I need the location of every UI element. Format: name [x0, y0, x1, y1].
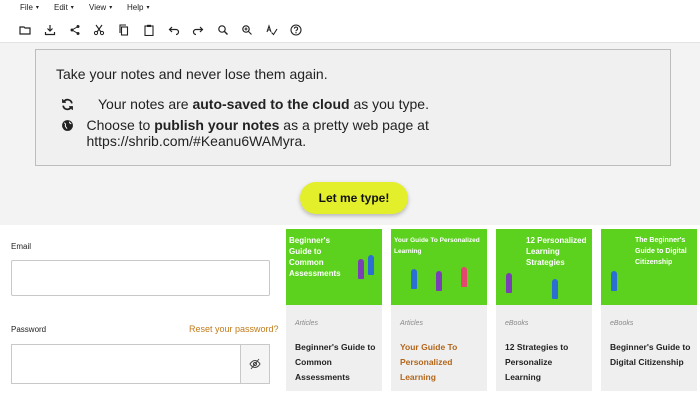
chevron-down-icon: ▾ [35, 5, 39, 11]
globe-icon [56, 117, 86, 149]
thumb-title: Your Guide To Personalized Learning [394, 237, 480, 255]
card-title: Beginner's Guide to Digital Citizenship [610, 342, 691, 367]
figure-graphic [358, 259, 364, 279]
article-card-4[interactable]: The Beginner's Guide to Digital Citizens… [601, 229, 697, 391]
autosave-text-bold: auto-saved to the cloud [192, 96, 350, 112]
copy-icon[interactable] [116, 22, 132, 38]
figure-graphic [461, 267, 467, 287]
editor-region: File ▾ Edit ▾ View ▾ Help ▾ Take your notes … [0, 0, 700, 225]
figure-graphic [552, 279, 558, 299]
figure-graphic [506, 273, 512, 293]
undo-icon[interactable] [166, 22, 182, 38]
password-field[interactable] [11, 344, 240, 384]
menu-file-label: File [20, 3, 33, 12]
article-card-1[interactable]: Beginner's Guide to Common Assessments A… [286, 229, 382, 391]
figure-graphic [411, 269, 417, 289]
article-card-2[interactable]: Your Guide To Personalized Learning Arti… [391, 229, 487, 391]
chevron-down-icon: ▾ [109, 5, 113, 11]
publish-row: Choose to publish your notes as a pretty… [56, 117, 476, 149]
autosave-row: Your notes are auto-saved to the cloud a… [56, 96, 429, 112]
download-icon[interactable] [42, 22, 58, 38]
reset-password-link[interactable]: Reset your password? [189, 324, 279, 334]
redo-icon[interactable] [190, 22, 206, 38]
article-card-3[interactable]: 12 Personalized Learning Strategies eBoo… [496, 229, 592, 391]
card-thumbnail: Beginner's Guide to Common Assessments [286, 229, 382, 305]
menu-edit[interactable]: Edit ▾ [54, 3, 74, 12]
menu-view-label: View [89, 3, 107, 12]
card-kind: Articles [295, 320, 318, 327]
show-password-toggle[interactable] [240, 344, 270, 384]
card-kind: eBooks [505, 320, 529, 327]
share-icon[interactable] [67, 22, 83, 38]
search-icon[interactable] [215, 22, 231, 38]
chevron-down-icon: ▾ [70, 5, 74, 11]
card-thumbnail: The Beginner's Guide to Digital Citizens… [601, 229, 697, 305]
card-title: Your Guide To Personalized Learning [400, 342, 458, 382]
info-lead: Take your notes and never lose them agai… [56, 66, 328, 82]
menubar: File ▾ Edit ▾ View ▾ Help ▾ [0, 0, 700, 18]
let-me-type-button[interactable]: Let me type! [300, 182, 408, 214]
autosave-text: Your notes are auto-saved to the cloud a… [98, 96, 429, 112]
figure-graphic [611, 271, 617, 291]
autosave-text-post: as you type. [349, 96, 429, 112]
publish-text: Choose to publish your notes as a pretty… [86, 117, 476, 149]
paste-icon[interactable] [141, 22, 157, 38]
thumb-title: Beginner's Guide to Common Assessments [289, 236, 341, 278]
card-thumbnail: 12 Personalized Learning Strategies [496, 229, 592, 305]
toolbar [0, 18, 700, 43]
menu-edit-label: Edit [54, 3, 68, 12]
folder-icon[interactable] [17, 22, 33, 38]
sync-icon [56, 96, 98, 112]
info-panel: Take your notes and never lose them agai… [35, 49, 671, 166]
chevron-down-icon: ▾ [146, 5, 150, 11]
menu-help-label: Help [127, 3, 144, 12]
card-thumbnail: Your Guide To Personalized Learning [391, 229, 487, 305]
thumb-title: 12 Personalized Learning Strategies [526, 236, 587, 267]
publish-text-bold: publish your notes [154, 117, 280, 133]
figure-graphic [368, 255, 374, 275]
autosave-text-pre: Your notes are [98, 96, 193, 112]
publish-text-pre: Choose to [86, 117, 155, 133]
card-title: 12 Strategies to Personalize Learning [505, 342, 569, 382]
email-label: Email [11, 242, 32, 251]
menu-help[interactable]: Help ▾ [127, 3, 149, 12]
eye-off-icon [249, 358, 261, 370]
email-field[interactable] [11, 260, 270, 296]
help-icon[interactable] [288, 22, 304, 38]
card-kind: Articles [400, 320, 423, 327]
zoom-in-icon[interactable] [239, 22, 255, 38]
figure-graphic [436, 271, 442, 291]
password-label: Password [11, 325, 47, 334]
card-title: Beginner's Guide to Common Assessments [295, 342, 376, 382]
menu-view[interactable]: View ▾ [89, 3, 112, 12]
menu-file[interactable]: File ▾ [20, 3, 39, 12]
spellcheck-icon[interactable] [264, 22, 280, 38]
cut-icon[interactable] [91, 22, 107, 38]
thumb-title: The Beginner's Guide to Digital Citizens… [635, 237, 687, 266]
card-kind: eBooks [610, 320, 634, 327]
